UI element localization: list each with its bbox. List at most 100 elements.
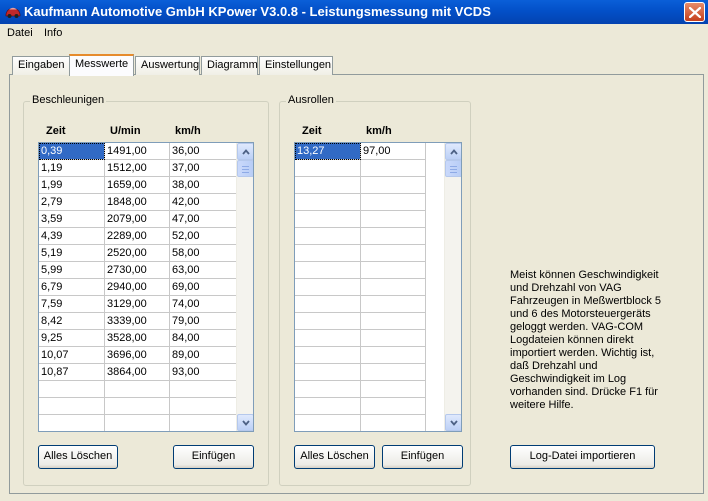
rolling-grid[interactable]: 97,00 13,27 [294, 142, 462, 432]
import-log-button[interactable]: Log-Datei importieren [510, 445, 655, 469]
grid-cell[interactable]: 5,99 [39, 262, 105, 279]
grid-cell[interactable]: 93,00 [170, 364, 237, 381]
menu-datei[interactable]: Datei [7, 27, 33, 39]
grid-cell[interactable]: 47,00 [170, 211, 237, 228]
grid-cell[interactable]: 1,19 [39, 160, 105, 177]
grid-cell[interactable] [39, 415, 105, 431]
grid-cell[interactable]: 7,59 [39, 296, 105, 313]
acceleration-insert-button[interactable]: Einfügen [173, 445, 254, 469]
rolling-clear-button[interactable]: Alles Löschen [294, 445, 375, 469]
grid-cell[interactable] [295, 279, 361, 296]
grid-cell[interactable]: 2079,00 [105, 211, 170, 228]
close-button[interactable] [684, 2, 705, 22]
grid-cell[interactable]: 79,00 [170, 313, 237, 330]
tab-messwerte[interactable]: Messwerte [69, 54, 134, 76]
grid-cell[interactable] [361, 313, 426, 330]
menu-info[interactable]: Info [44, 27, 62, 39]
grid-cell[interactable] [361, 330, 426, 347]
grid-cell[interactable] [295, 194, 361, 211]
grid-cell[interactable] [361, 347, 426, 364]
grid-cell[interactable] [295, 415, 361, 431]
grid-cell[interactable] [295, 296, 361, 313]
grid-cell[interactable] [170, 415, 237, 431]
grid-cell[interactable]: 2520,00 [105, 245, 170, 262]
grid-cell[interactable] [170, 398, 237, 415]
grid-cell[interactable] [295, 211, 361, 228]
grid-cell[interactable] [295, 313, 361, 330]
grid-cell[interactable] [39, 398, 105, 415]
grid-cell[interactable] [295, 160, 361, 177]
grid-cell[interactable] [295, 330, 361, 347]
grid-cell[interactable]: 84,00 [170, 330, 237, 347]
grid-cell[interactable] [361, 228, 426, 245]
acceleration-clear-button[interactable]: Alles Löschen [38, 445, 118, 469]
grid-cell[interactable]: 9,25 [39, 330, 105, 347]
grid-cell[interactable]: 1491,00 [105, 143, 170, 160]
grid-cell[interactable] [361, 279, 426, 296]
grid-cell[interactable]: 3,59 [39, 211, 105, 228]
tab-eingaben[interactable]: Eingaben [12, 56, 70, 75]
grid-cell[interactable] [361, 364, 426, 381]
scroll-thumb[interactable] [445, 160, 461, 177]
grid-cell[interactable]: 1,99 [39, 177, 105, 194]
grid-cell[interactable] [361, 296, 426, 313]
grid-cell[interactable]: 97,00 [361, 143, 426, 160]
grid-cell[interactable] [295, 398, 361, 415]
grid-cell[interactable]: 6,79 [39, 279, 105, 296]
grid-cell[interactable]: 58,00 [170, 245, 237, 262]
grid-cell[interactable]: 3129,00 [105, 296, 170, 313]
grid-cell[interactable] [170, 381, 237, 398]
grid-cell[interactable]: 74,00 [170, 296, 237, 313]
grid-cell[interactable] [361, 160, 426, 177]
grid-cell[interactable]: 8,42 [39, 313, 105, 330]
grid-cell[interactable]: 42,00 [170, 194, 237, 211]
grid-cell[interactable] [105, 415, 170, 431]
grid-cell[interactable]: 38,00 [170, 177, 237, 194]
grid-cell[interactable]: 3696,00 [105, 347, 170, 364]
grid-cell[interactable] [361, 381, 426, 398]
grid-cell[interactable] [295, 364, 361, 381]
grid-cell[interactable] [295, 262, 361, 279]
grid-cell[interactable] [105, 398, 170, 415]
rolling-insert-button[interactable]: Einfügen [382, 445, 463, 469]
scroll-up-button[interactable] [445, 143, 461, 160]
grid-cell[interactable]: 52,00 [170, 228, 237, 245]
grid-cell[interactable]: 69,00 [170, 279, 237, 296]
grid-cell[interactable] [105, 381, 170, 398]
tab-diagramm[interactable]: Diagramm [201, 56, 258, 75]
grid-cell[interactable] [361, 245, 426, 262]
scroll-down-button[interactable] [445, 414, 461, 431]
tab-auswertung[interactable]: Auswertung [135, 56, 200, 75]
scroll-up-button[interactable] [237, 143, 253, 160]
grid-cell[interactable]: 0,39 [39, 143, 105, 160]
grid-cell[interactable] [295, 228, 361, 245]
grid-cell[interactable]: 1848,00 [105, 194, 170, 211]
grid-cell[interactable] [295, 245, 361, 262]
grid-cell[interactable]: 36,00 [170, 143, 237, 160]
grid-cell[interactable]: 5,19 [39, 245, 105, 262]
grid-cell[interactable] [295, 347, 361, 364]
grid-cell[interactable]: 2730,00 [105, 262, 170, 279]
grid-cell[interactable] [361, 194, 426, 211]
grid-cell[interactable]: 3339,00 [105, 313, 170, 330]
grid-cell[interactable] [361, 398, 426, 415]
grid-cell[interactable]: 2289,00 [105, 228, 170, 245]
grid-cell[interactable] [361, 177, 426, 194]
grid-cell[interactable] [361, 211, 426, 228]
grid-cell[interactable]: 63,00 [170, 262, 237, 279]
grid-cell[interactable]: 10,87 [39, 364, 105, 381]
rolling-scrollbar[interactable] [444, 143, 461, 431]
grid-cell[interactable] [39, 381, 105, 398]
title-bar[interactable]: Kaufmann Automotive GmbH KPower V3.0.8 -… [0, 0, 708, 24]
grid-cell[interactable]: 2940,00 [105, 279, 170, 296]
grid-cell[interactable] [361, 262, 426, 279]
grid-cell[interactable]: 3528,00 [105, 330, 170, 347]
grid-cell[interactable]: 89,00 [170, 347, 237, 364]
grid-cell[interactable]: 1512,00 [105, 160, 170, 177]
grid-cell[interactable] [295, 177, 361, 194]
scroll-down-button[interactable] [237, 414, 253, 431]
grid-cell[interactable]: 1659,00 [105, 177, 170, 194]
grid-cell[interactable]: 3864,00 [105, 364, 170, 381]
grid-cell[interactable]: 2,79 [39, 194, 105, 211]
scroll-thumb[interactable] [237, 160, 253, 177]
